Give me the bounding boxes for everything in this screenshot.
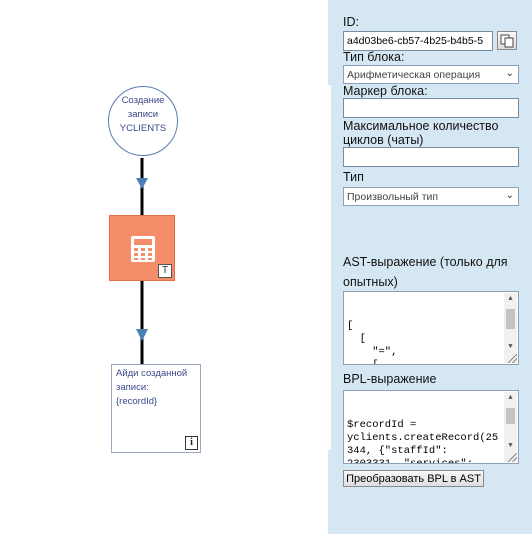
calculator-icon — [131, 236, 155, 262]
properties-panel: ID: Тип блока: Арифметическая операция ⌄… — [328, 0, 532, 534]
note-node-label-line3: {recordId} — [116, 396, 158, 407]
block-type-label: Тип блока: — [343, 50, 405, 64]
ast-expression-textarea[interactable]: [ [ "=", [ "var", "recordId" ▲ ▼ — [343, 291, 519, 365]
max-cycles-label-2: циклов (чаты) — [343, 133, 424, 147]
block-type-select[interactable]: Арифметическая операция ⌄ — [343, 65, 519, 84]
convert-bpl-to-ast-button[interactable]: Преобразовать BPL в AST — [343, 470, 484, 487]
text-type-badge: T — [158, 264, 172, 278]
type-value: Произвольный тип — [347, 191, 439, 203]
arrow-down-icon — [136, 329, 148, 341]
panel-resize-handle[interactable] — [328, 85, 331, 450]
ast-label-2: опытных) — [343, 275, 398, 289]
type-select[interactable]: Произвольный тип ⌄ — [343, 187, 519, 206]
arrow-down-icon — [136, 178, 148, 189]
copy-icon — [500, 34, 514, 48]
bpl-label: BPL-выражение — [343, 372, 437, 386]
note-node-label-line2: записи: — [116, 382, 149, 393]
id-field[interactable] — [343, 31, 493, 51]
chevron-down-icon: ⌄ — [505, 68, 514, 79]
resize-grip-icon[interactable] — [508, 354, 517, 363]
bpl-scrollbar[interactable]: ▲ ▼ — [504, 392, 517, 462]
block-type-value: Арифметическая операция — [347, 69, 481, 81]
scroll-up-icon[interactable]: ▲ — [504, 293, 517, 305]
marker-field[interactable] — [343, 98, 519, 118]
start-node-label-line3: YCLIENTS — [119, 123, 167, 134]
info-icon[interactable]: i — [185, 436, 198, 450]
operation-node[interactable]: T — [109, 215, 175, 281]
marker-label: Маркер блока: — [343, 84, 428, 98]
type-label: Тип — [343, 170, 364, 184]
scroll-down-icon[interactable]: ▼ — [504, 440, 517, 452]
note-node-label-line1: Айди созданной — [116, 368, 188, 379]
copy-button[interactable] — [497, 31, 517, 50]
bpl-code-text: $recordId = yclients.createRecord(25 344… — [347, 419, 499, 464]
bpl-expression-textarea[interactable]: $recordId = yclients.createRecord(25 344… — [343, 390, 519, 464]
scroll-up-icon[interactable]: ▲ — [504, 392, 517, 404]
ast-code-text: [ [ "=", [ "var", "recordId" — [347, 320, 398, 365]
max-cycles-label-1: Максимальное количество — [343, 119, 499, 133]
start-node-label-line2: записи — [127, 109, 159, 120]
start-node-label-line1: Создание — [121, 95, 165, 106]
chevron-down-icon: ⌄ — [505, 190, 514, 201]
scroll-thumb[interactable] — [506, 408, 515, 424]
scroll-thumb[interactable] — [506, 309, 515, 329]
scroll-down-icon[interactable]: ▼ — [504, 341, 517, 353]
flow-canvas[interactable]: Создание записи YCLIENTS T Айди созданно… — [0, 0, 328, 534]
id-label: ID: — [343, 15, 359, 29]
ast-label-1: AST-выражение (только для — [343, 255, 508, 269]
ast-scrollbar[interactable]: ▲ ▼ — [504, 293, 517, 363]
note-node[interactable]: Айди созданной записи: {recordId} i — [111, 364, 201, 453]
resize-grip-icon[interactable] — [508, 453, 517, 462]
start-node[interactable]: Создание записи YCLIENTS — [108, 86, 178, 156]
max-cycles-field[interactable] — [343, 147, 519, 167]
